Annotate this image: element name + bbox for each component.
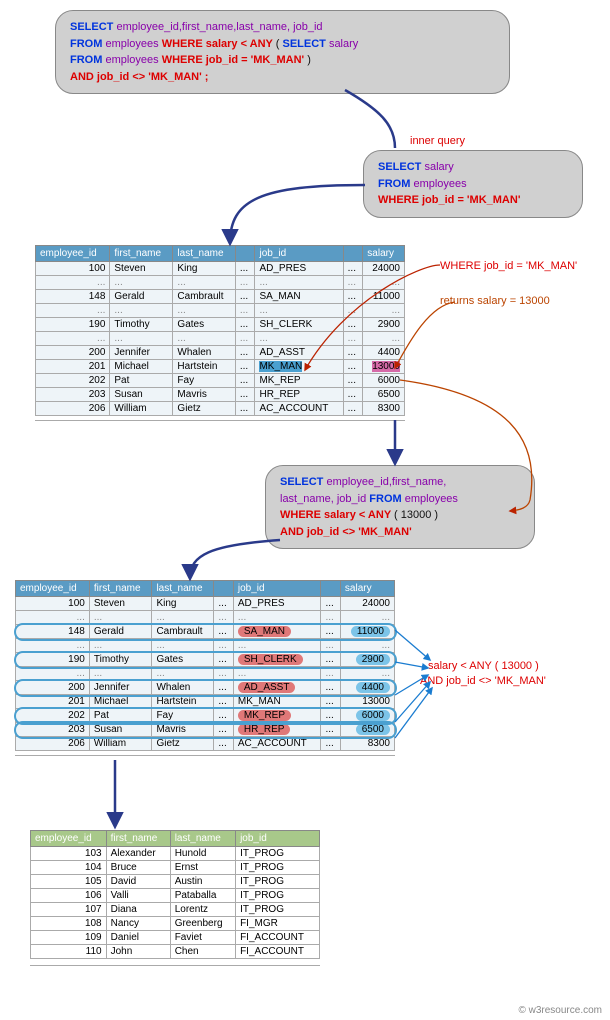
col-header: last_name (152, 581, 214, 597)
where: WHERE salary < ANY (162, 38, 276, 50)
col-header (343, 246, 363, 262)
col-header: employee_id (36, 246, 110, 262)
table-row-dots: ..................... (36, 276, 405, 290)
kw: FROM (70, 38, 105, 50)
where: WHERE job_id = 'MK_MAN' (378, 194, 520, 206)
where: WHERE job_id = 'MK_MAN' (162, 54, 308, 66)
table-row: 106ValliPataballaIT_PROG (31, 889, 320, 903)
col: salary (424, 161, 453, 173)
table-row: 201MichaelHartstein...MK_MAN...13000 (36, 360, 405, 374)
table-row: 107DianaLorentzIT_PROG (31, 903, 320, 917)
col-header: first_name (110, 246, 173, 262)
col-header: employee_id (16, 581, 90, 597)
col-header: first_name (106, 831, 170, 847)
sql-main-block: SELECT employee_id,first_name,last_name,… (55, 10, 510, 94)
kw: FROM (378, 178, 413, 190)
table-row: 190TimothyGates...SH_CLERK...2900 (16, 653, 395, 667)
sql-middle-block: SELECT employee_id,first_name, last_name… (265, 465, 535, 549)
annot-job-condition: AND job_id <> 'MK_MAN' (420, 675, 546, 687)
table-row: 200JenniferWhalen...AD_ASST...4400 (36, 346, 405, 360)
col-header: last_name (170, 831, 235, 847)
table-row: 105DavidAustinIT_PROG (31, 875, 320, 889)
table-row: 201MichaelHartstein...MK_MAN...13000 (16, 695, 395, 709)
col: salary (329, 38, 358, 50)
kw: FROM (70, 54, 105, 66)
cols: employee_id,first_name, (326, 476, 446, 488)
col-header: salary (340, 581, 394, 597)
table-row: 200JenniferWhalen...AD_ASST...4400 (16, 681, 395, 695)
annot-returns-salary: returns salary = 13000 (440, 295, 550, 307)
torn-edge (35, 420, 405, 426)
table-row-dots: ..................... (16, 611, 395, 625)
kw: SELECT (280, 476, 326, 488)
table-row-dots: ..................... (36, 332, 405, 346)
kw: SELECT (282, 38, 328, 50)
table-row: 202PatFay...MK_REP...6000 (36, 374, 405, 388)
sql-inner-block: SELECT salary FROM employees WHERE job_i… (363, 150, 583, 218)
table-row-dots: ..................... (36, 304, 405, 318)
table-row: 190TimothyGates...SH_CLERK...2900 (36, 318, 405, 332)
annot-where-mkman: WHERE job_id = 'MK_MAN' (440, 260, 577, 272)
result-table: employee_idfirst_namelast_namejob_id103A… (30, 830, 320, 959)
table-row: 206WilliamGietz...AC_ACCOUNT...8300 (16, 737, 395, 751)
tbl: employees (413, 178, 466, 190)
employees-table-full: employee_idfirst_namelast_name job_id sala… (35, 245, 405, 416)
col-header: job_id (233, 581, 321, 597)
table-row: 203SusanMavris...HR_REP...6500 (16, 723, 395, 737)
and: AND job_id <> 'MK_MAN' (280, 526, 412, 538)
table-row-dots: ..................... (16, 639, 395, 653)
tbl: employees (405, 493, 458, 505)
table-row: 206WilliamGietz...AC_ACCOUNT...8300 (36, 402, 405, 416)
annot-salary-condition: salary < ANY ( 13000 ) (428, 660, 539, 672)
table-row-dots: ..................... (16, 667, 395, 681)
copyright: © w3resource.com (518, 1005, 602, 1016)
col-header: salary (363, 246, 405, 262)
table-row: 100StevenKing...AD_PRES...24000 (16, 597, 395, 611)
col-header (235, 246, 255, 262)
tbl: employees (105, 54, 161, 66)
table-row: 203SusanMavris...HR_REP...6500 (36, 388, 405, 402)
table-row: 108NancyGreenbergFI_MGR (31, 917, 320, 931)
table-row: 103AlexanderHunoldIT_PROG (31, 847, 320, 861)
paren: ) (307, 54, 311, 66)
and: AND job_id <> 'MK_MAN' ; (70, 71, 208, 83)
table-row: 110JohnChenFI_ACCOUNT (31, 945, 320, 959)
col-header: job_id (236, 831, 320, 847)
col-header: job_id (255, 246, 343, 262)
table-row: 202PatFay...MK_REP...6000 (16, 709, 395, 723)
col-header (214, 581, 233, 597)
kw: SELECT (70, 21, 116, 33)
table-row: 100StevenKing...AD_PRES...24000 (36, 262, 405, 276)
inner-query-label: inner query (410, 135, 465, 147)
table-row: 104BruceErnstIT_PROG (31, 861, 320, 875)
kw: SELECT (378, 161, 424, 173)
kw: FROM (369, 493, 404, 505)
col-header (321, 581, 340, 597)
cols: employee_id,first_name,last_name, job_id (116, 21, 322, 33)
col-header: last_name (173, 246, 235, 262)
col-header: employee_id (31, 831, 107, 847)
table-row: 148GeraldCambrault...SA_MAN...11000 (36, 290, 405, 304)
table-row: 109DanielFavietFI_ACCOUNT (31, 931, 320, 945)
employees-table-filtered: employee_idfirst_namelast_name job_id sala… (15, 580, 395, 751)
val: ( 13000 ) (394, 509, 438, 521)
cols: last_name, job_id (280, 493, 369, 505)
torn-edge (15, 755, 395, 761)
torn-edge (30, 965, 320, 971)
tbl: employees (105, 38, 161, 50)
table-row: 148GeraldCambrault...SA_MAN...11000 (16, 625, 395, 639)
col-header: first_name (89, 581, 152, 597)
where: WHERE salary < ANY (280, 509, 394, 521)
